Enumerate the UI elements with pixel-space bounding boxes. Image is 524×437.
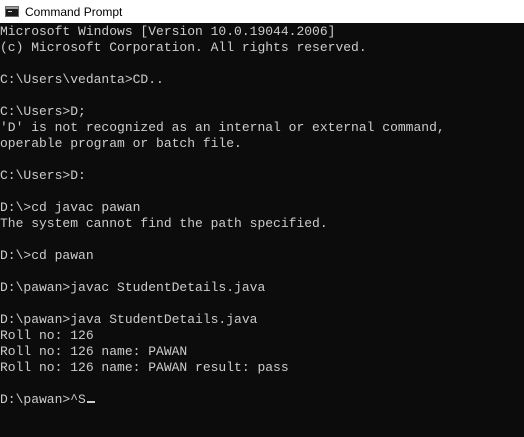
console-line: D:\>cd javac pawan [0,200,141,215]
console-line: The system cannot find the path specifie… [0,216,328,231]
console-line: operable program or batch file. [0,136,242,151]
console-line: Roll no: 126 name: PAWAN result: pass [0,360,289,375]
console-line: C:\Users>D: [0,168,86,183]
prompt-line[interactable]: D:\pawan>^S [0,392,524,408]
command-prompt-window: Command Prompt Microsoft Windows [Versio… [0,0,524,437]
prompt-text: D:\pawan>^S [0,392,86,407]
console-line: C:\Users\vedanta>CD.. [0,72,164,87]
console-line: C:\Users>D; [0,104,86,119]
console-line: Microsoft Windows [Version 10.0.19044.20… [0,24,336,39]
title-bar[interactable]: Command Prompt [0,0,524,23]
window-title: Command Prompt [25,4,123,19]
cmd-icon [5,6,19,17]
text-cursor [86,401,95,403]
console-line: D:\pawan>java StudentDetails.java [0,312,258,327]
console-line: Roll no: 126 [0,328,94,343]
console-line: Roll no: 126 name: PAWAN [0,344,188,359]
console-output[interactable]: Microsoft Windows [Version 10.0.19044.20… [0,24,524,437]
console-line: 'D' is not recognized as an internal or … [0,120,445,135]
console-line: D:\>cd pawan [0,248,94,263]
console-line: D:\pawan>javac StudentDetails.java [0,280,266,295]
console-line: (c) Microsoft Corporation. All rights re… [0,40,367,55]
